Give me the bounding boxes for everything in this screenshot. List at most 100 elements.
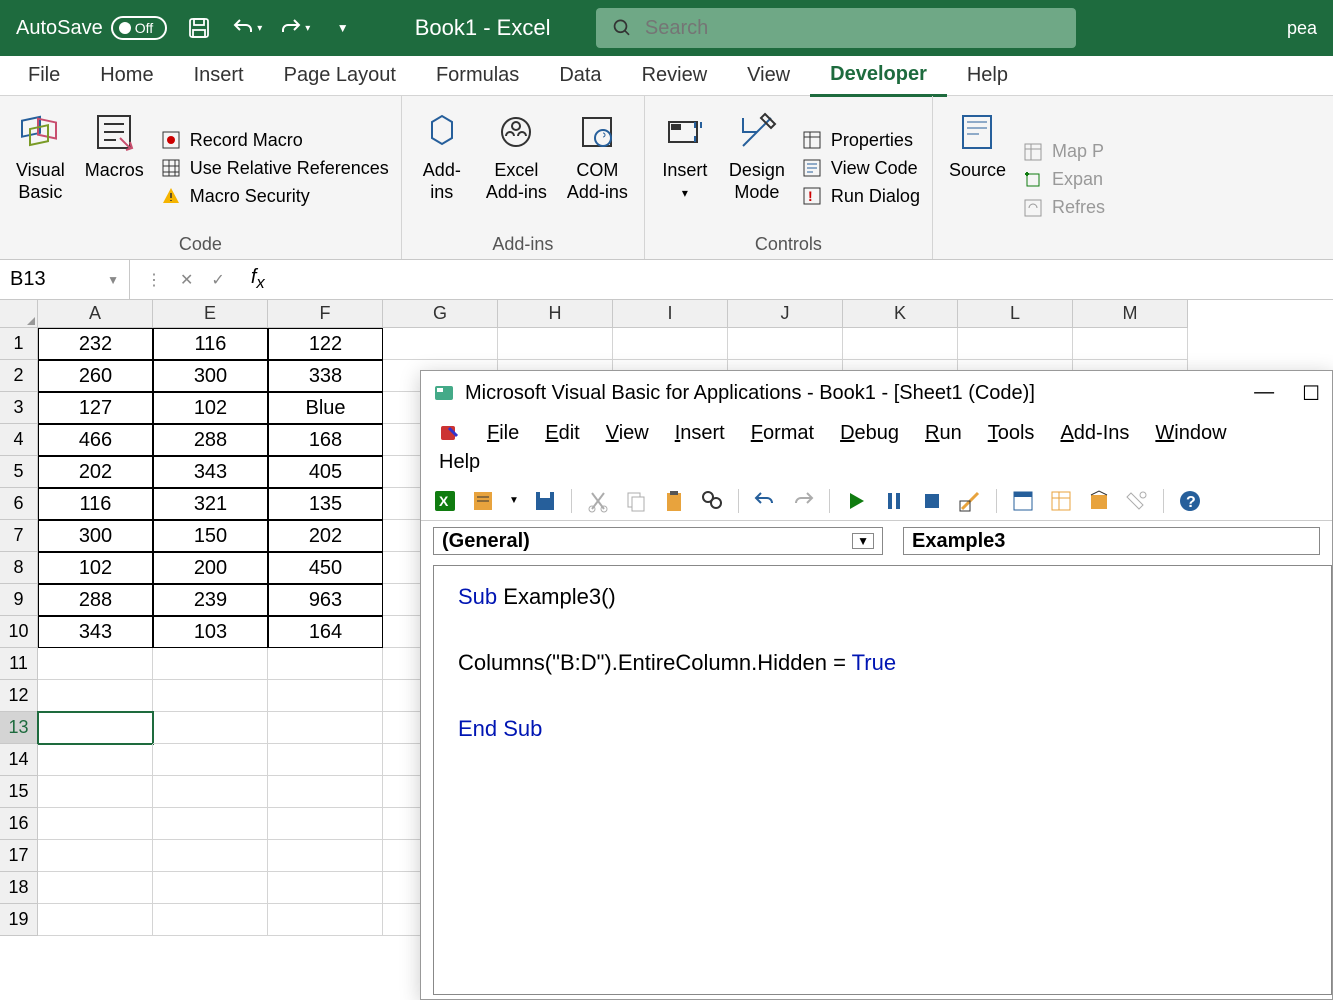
cell[interactable]: [958, 328, 1073, 360]
formula-input[interactable]: [275, 260, 1333, 299]
menu-dots-icon[interactable]: ⋮: [146, 270, 162, 290]
help-icon[interactable]: ?: [1178, 489, 1202, 513]
vba-menu-run[interactable]: Run: [925, 422, 962, 444]
row-header[interactable]: 3: [0, 392, 38, 424]
cell[interactable]: 288: [38, 584, 153, 616]
code-editor[interactable]: Sub Example3() Columns("B:D").EntireColu…: [433, 565, 1332, 995]
toggle-switch[interactable]: Off: [111, 16, 167, 40]
cell[interactable]: 103: [153, 616, 268, 648]
cell[interactable]: [38, 744, 153, 776]
tab-view[interactable]: View: [727, 56, 810, 95]
properties-button[interactable]: Properties: [801, 129, 920, 151]
cell[interactable]: 122: [268, 328, 383, 360]
cell[interactable]: [383, 328, 498, 360]
row-header[interactable]: 5: [0, 456, 38, 488]
minimize-icon[interactable]: ―: [1254, 381, 1274, 406]
cell[interactable]: [38, 648, 153, 680]
cell[interactable]: 260: [38, 360, 153, 392]
tab-home[interactable]: Home: [80, 56, 173, 95]
vba-menu-debug[interactable]: Debug: [840, 422, 899, 444]
chevron-down-icon[interactable]: ▼: [509, 495, 519, 506]
run-dialog-button[interactable]: ! Run Dialog: [801, 185, 920, 207]
record-macro-button[interactable]: Record Macro: [160, 129, 389, 151]
relative-refs-button[interactable]: Use Relative References: [160, 157, 389, 179]
design-mode-button[interactable]: Design Mode: [725, 104, 789, 232]
fx-label[interactable]: fx: [241, 266, 275, 293]
cell[interactable]: Blue: [268, 392, 383, 424]
tab-file[interactable]: File: [8, 56, 80, 95]
cell[interactable]: [498, 328, 613, 360]
cell[interactable]: [38, 904, 153, 936]
vba-menu-add-ins[interactable]: Add-Ins: [1060, 422, 1129, 444]
vba-menu-format[interactable]: Format: [751, 422, 814, 444]
cell[interactable]: [153, 840, 268, 872]
cell[interactable]: 232: [38, 328, 153, 360]
row-header[interactable]: 7: [0, 520, 38, 552]
name-box[interactable]: B13 ▼: [0, 260, 130, 299]
cell[interactable]: [268, 904, 383, 936]
row-header[interactable]: 4: [0, 424, 38, 456]
vba-menu-view[interactable]: View: [606, 422, 649, 444]
column-header[interactable]: J: [728, 300, 843, 328]
pause-icon[interactable]: [882, 489, 906, 513]
save-icon[interactable]: [183, 12, 215, 44]
cell[interactable]: [38, 840, 153, 872]
vba-help-menu[interactable]: HHelpelp: [421, 451, 1332, 481]
redo-icon[interactable]: [791, 489, 815, 513]
vba-menu-edit[interactable]: Edit: [545, 422, 579, 444]
cell[interactable]: 127: [38, 392, 153, 424]
macros-button[interactable]: Macros: [81, 104, 148, 232]
cell[interactable]: [153, 904, 268, 936]
row-header[interactable]: 1: [0, 328, 38, 360]
save-icon[interactable]: [533, 489, 557, 513]
column-header[interactable]: G: [383, 300, 498, 328]
vb-menu-icon[interactable]: [439, 422, 461, 444]
tab-data[interactable]: Data: [539, 56, 621, 95]
cell[interactable]: [268, 648, 383, 680]
addins-button[interactable]: Add- ins: [414, 104, 470, 232]
row-header[interactable]: 14: [0, 744, 38, 776]
cell[interactable]: [153, 680, 268, 712]
expansion-packs-button[interactable]: Expan: [1022, 169, 1105, 191]
search-input[interactable]: [645, 17, 1061, 40]
tab-page-layout[interactable]: Page Layout: [264, 56, 416, 95]
stop-icon[interactable]: [920, 489, 944, 513]
cell[interactable]: [268, 776, 383, 808]
qat-dropdown-icon[interactable]: ▼: [327, 12, 359, 44]
vba-editor-window[interactable]: Microsoft Visual Basic for Applications …: [420, 370, 1333, 1000]
cell[interactable]: [268, 872, 383, 904]
cell[interactable]: 102: [38, 552, 153, 584]
cell[interactable]: 239: [153, 584, 268, 616]
cell[interactable]: 466: [38, 424, 153, 456]
row-header[interactable]: 2: [0, 360, 38, 392]
object-combo[interactable]: (General) ▼: [433, 527, 883, 555]
properties-window-icon[interactable]: [1049, 489, 1073, 513]
cell[interactable]: 405: [268, 456, 383, 488]
cell[interactable]: 202: [268, 520, 383, 552]
com-addins-button[interactable]: COM Add-ins: [563, 104, 632, 232]
map-properties-button[interactable]: Map P: [1022, 141, 1105, 163]
insert-control-button[interactable]: Insert ▾: [657, 104, 713, 232]
run-icon[interactable]: [844, 489, 868, 513]
row-header[interactable]: 17: [0, 840, 38, 872]
view-code-button[interactable]: View Code: [801, 157, 920, 179]
row-header[interactable]: 11: [0, 648, 38, 680]
cell[interactable]: [728, 328, 843, 360]
cell[interactable]: [153, 712, 268, 744]
cell[interactable]: 150: [153, 520, 268, 552]
cell[interactable]: [38, 680, 153, 712]
tab-insert[interactable]: Insert: [174, 56, 264, 95]
maximize-icon[interactable]: ☐: [1302, 381, 1320, 406]
search-box[interactable]: [596, 8, 1076, 48]
tab-review[interactable]: Review: [622, 56, 728, 95]
cell[interactable]: 963: [268, 584, 383, 616]
row-header[interactable]: 19: [0, 904, 38, 936]
paste-icon[interactable]: [662, 489, 686, 513]
cell[interactable]: [38, 776, 153, 808]
cell[interactable]: 202: [38, 456, 153, 488]
tab-formulas[interactable]: Formulas: [416, 56, 539, 95]
cell[interactable]: 135: [268, 488, 383, 520]
undo-icon[interactable]: [753, 489, 777, 513]
cell[interactable]: [268, 808, 383, 840]
macro-security-button[interactable]: Macro Security: [160, 185, 389, 207]
